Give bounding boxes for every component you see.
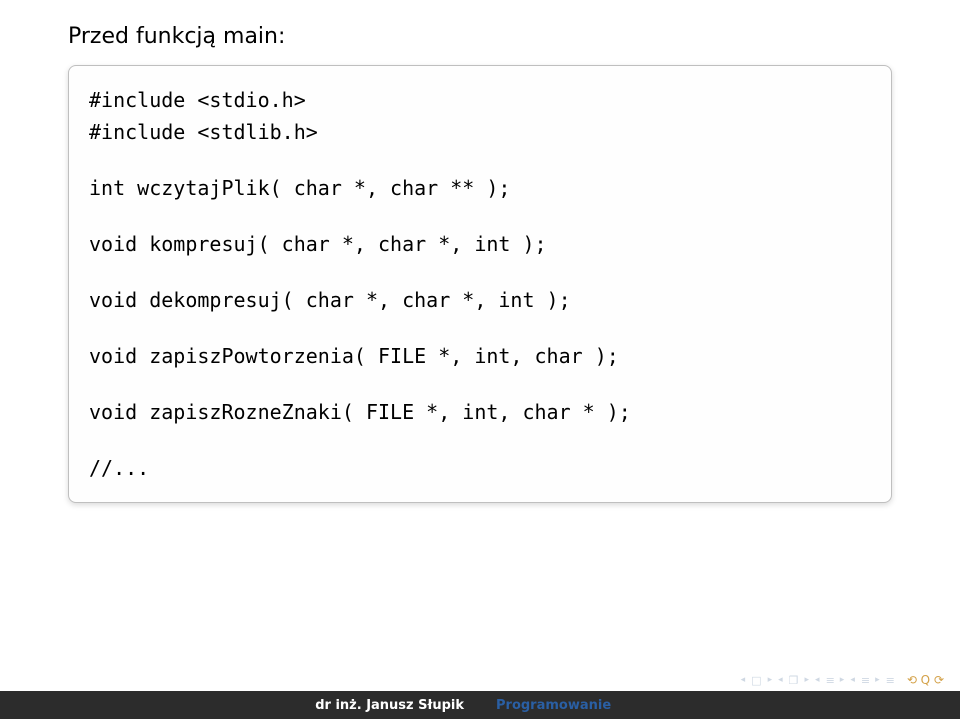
nav-subsection-icon[interactable]: ≡ bbox=[860, 674, 870, 687]
nav-back-forward-icon[interactable]: ⟲ Q ⟳ bbox=[907, 673, 944, 687]
nav-mode-icon[interactable]: ≡ bbox=[885, 674, 895, 687]
code-line: void zapiszRozneZnaki( FILE *, int, char… bbox=[89, 396, 871, 428]
nav-next-subsection-icon[interactable]: ▸ bbox=[874, 675, 881, 685]
code-blank bbox=[89, 372, 871, 396]
nav-prev-frame-icon[interactable]: ◂ bbox=[777, 675, 784, 685]
code-box: #include <stdio.h> #include <stdlib.h> i… bbox=[68, 65, 892, 503]
nav-next-section-icon[interactable]: ▸ bbox=[839, 675, 846, 685]
code-blank bbox=[89, 260, 871, 284]
code-blank bbox=[89, 316, 871, 340]
nav-frame-icon[interactable]: ❐ bbox=[788, 674, 800, 687]
code-line: //... bbox=[89, 452, 871, 484]
code-line: void dekompresuj( char *, char *, int ); bbox=[89, 284, 871, 316]
code-blank bbox=[89, 428, 871, 452]
beamer-nav-symbols: ◂ □ ▸ ◂ ❐ ▸ ◂ ≡ ▸ ◂ ≡ ▸ ≡ ⟲ Q ⟳ bbox=[740, 671, 944, 689]
nav-section-icon[interactable]: ≡ bbox=[825, 674, 835, 687]
footer-author: dr inż. Janusz Słupik bbox=[0, 691, 480, 719]
code-blank bbox=[89, 148, 871, 172]
nav-next-slide-icon[interactable]: ▸ bbox=[767, 675, 774, 685]
code-blank bbox=[89, 204, 871, 228]
code-line: void zapiszPowtorzenia( FILE *, int, cha… bbox=[89, 340, 871, 372]
nav-next-frame-icon[interactable]: ▸ bbox=[804, 675, 811, 685]
nav-prev-subsection-icon[interactable]: ◂ bbox=[849, 675, 856, 685]
nav-slide-icon[interactable]: □ bbox=[750, 674, 762, 687]
code-line: #include <stdio.h> bbox=[89, 84, 871, 116]
slide: Przed funkcją main: #include <stdio.h> #… bbox=[0, 0, 960, 719]
code-line: #include <stdlib.h> bbox=[89, 116, 871, 148]
code-line: int wczytajPlik( char *, char ** ); bbox=[89, 172, 871, 204]
nav-prev-slide-icon[interactable]: ◂ bbox=[740, 675, 747, 685]
slide-heading: Przed funkcją main: bbox=[68, 24, 892, 49]
footer-bar: dr inż. Janusz Słupik Programowanie bbox=[0, 691, 960, 719]
nav-prev-section-icon[interactable]: ◂ bbox=[814, 675, 821, 685]
footer-title: Programowanie bbox=[480, 691, 960, 719]
slide-content: Przed funkcją main: #include <stdio.h> #… bbox=[68, 24, 892, 503]
code-line: void kompresuj( char *, char *, int ); bbox=[89, 228, 871, 260]
